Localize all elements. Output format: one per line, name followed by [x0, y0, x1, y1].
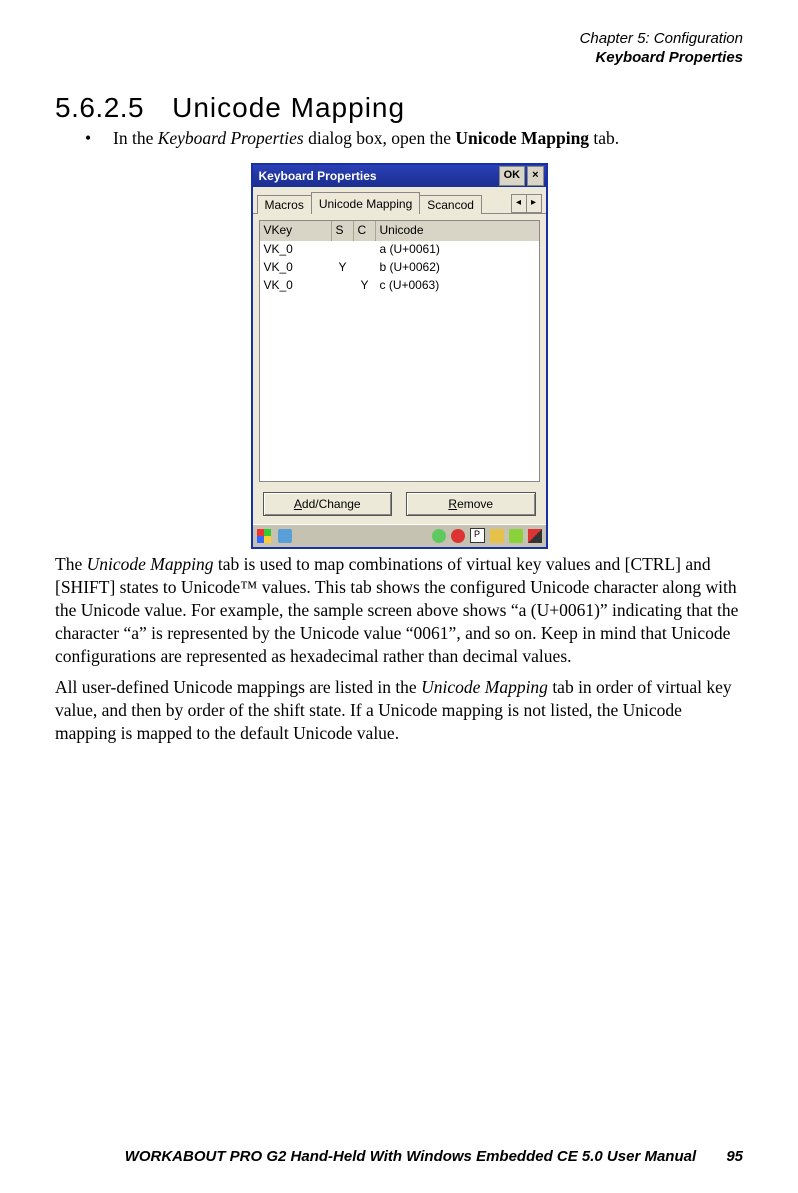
mapping-list-header: VKey S C Unicode	[260, 221, 539, 241]
section-heading: 5.6.2.5 Unicode Mapping	[55, 92, 743, 124]
tab-scancodes[interactable]: Scancod	[419, 195, 482, 214]
tray-keyboard-icon[interactable]: P	[470, 528, 485, 543]
add-change-button[interactable]: Add/Change	[263, 492, 393, 516]
mapping-list: VKey S C Unicode VK_0 a (U+0061) VK_0 Y …	[259, 220, 540, 482]
tray-lock-icon[interactable]	[490, 529, 504, 543]
start-icon[interactable]	[257, 529, 271, 543]
section-title: Unicode Mapping	[172, 92, 405, 124]
section-number: 5.6.2.5	[55, 92, 144, 124]
paragraph-2: All user-defined Unicode mappings are li…	[55, 676, 743, 745]
table-row[interactable]: VK_0 Y b (U+0062)	[260, 259, 539, 277]
column-unicode[interactable]: Unicode	[376, 221, 539, 241]
system-tray: P	[432, 528, 542, 543]
tray-power-icon[interactable]	[509, 529, 523, 543]
mapping-list-body: VK_0 a (U+0061) VK_0 Y b (U+0062) VK_0 Y…	[260, 241, 539, 295]
running-footer: WORKABOUT PRO G2 Hand-Held With Windows …	[55, 1148, 743, 1165]
app-icon[interactable]	[278, 529, 292, 543]
dialog-button-row: Add/Change Remove	[253, 488, 546, 524]
tab-scroll-left-icon[interactable]: ◂	[511, 194, 527, 213]
taskbar: P	[253, 524, 546, 547]
tab-unicode-mapping[interactable]: Unicode Mapping	[311, 192, 420, 214]
subject-line: Keyboard Properties	[55, 49, 743, 68]
tab-scroll-nav: ◂ ▸	[512, 194, 542, 213]
ok-button[interactable]: OK	[499, 166, 526, 186]
tray-network-icon[interactable]	[432, 529, 446, 543]
bullet-marker: •	[85, 128, 95, 149]
page-number: 95	[726, 1148, 743, 1165]
tab-scroll-right-icon[interactable]: ▸	[526, 194, 542, 213]
keyboard-properties-dialog: Keyboard Properties OK × Macros Unicode …	[251, 163, 548, 549]
dialog-title: Keyboard Properties	[259, 169, 377, 183]
dialog-titlebar: Keyboard Properties OK ×	[253, 165, 546, 187]
chapter-line: Chapter 5: Configuration	[55, 30, 743, 49]
tray-stop-icon[interactable]	[451, 529, 465, 543]
footer-text: WORKABOUT PRO G2 Hand-Held With Windows …	[125, 1148, 696, 1165]
instruction-text: In the Keyboard Properties dialog box, o…	[113, 128, 619, 149]
instruction-bullet: • In the Keyboard Properties dialog box,…	[85, 128, 743, 149]
tab-strip: Macros Unicode Mapping Scancod ◂ ▸	[253, 187, 546, 214]
remove-button[interactable]: Remove	[406, 492, 536, 516]
tab-macros[interactable]: Macros	[257, 195, 312, 214]
table-row[interactable]: VK_0 a (U+0061)	[260, 241, 539, 259]
paragraph-1: The Unicode Mapping tab is used to map c…	[55, 553, 743, 668]
tray-pencil-icon[interactable]	[528, 529, 542, 543]
running-header: Chapter 5: Configuration Keyboard Proper…	[55, 30, 743, 68]
column-ctrl[interactable]: C	[354, 221, 376, 241]
column-shift[interactable]: S	[332, 221, 354, 241]
table-row[interactable]: VK_0 Y c (U+0063)	[260, 277, 539, 295]
column-vkey[interactable]: VKey	[260, 221, 332, 241]
close-button[interactable]: ×	[527, 166, 543, 186]
